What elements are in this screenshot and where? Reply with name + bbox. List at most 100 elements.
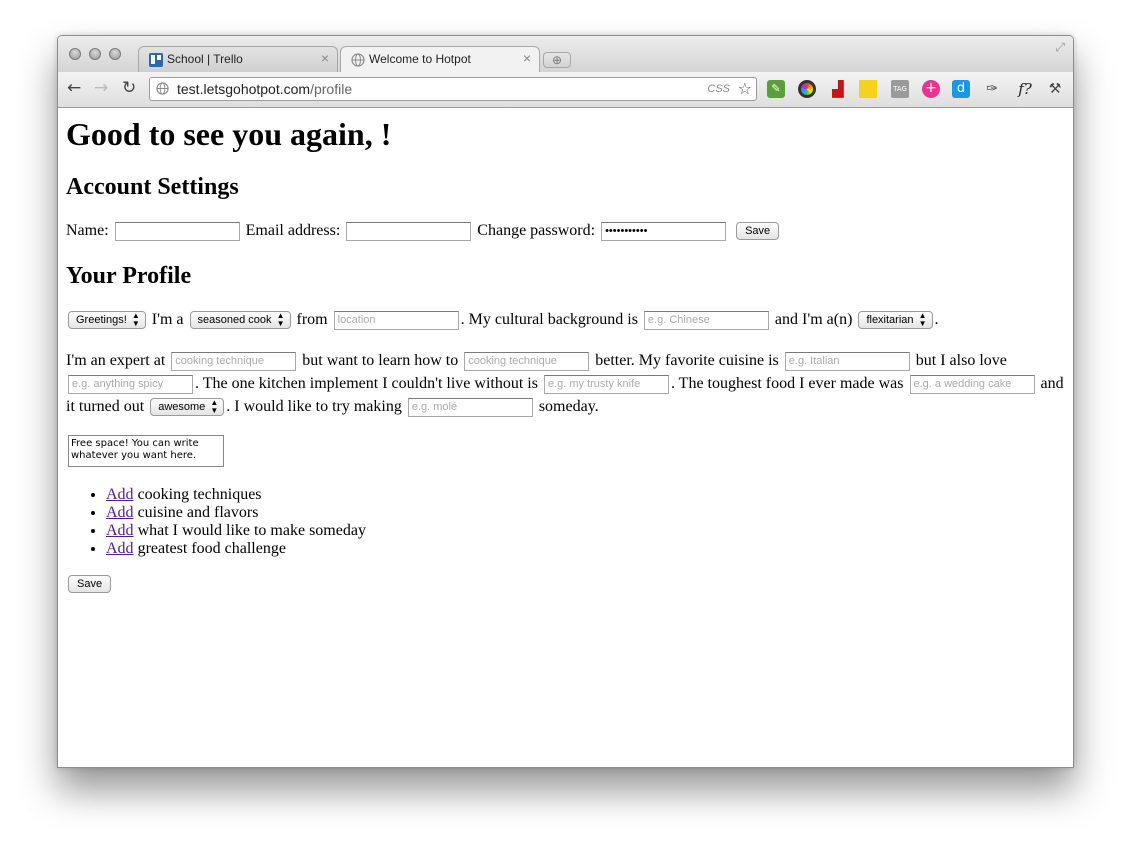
name-field[interactable] — [114, 221, 240, 241]
favorite-cuisine-input[interactable] — [784, 351, 910, 371]
text-implement: . The one kitchen implement I couldn't l… — [195, 375, 538, 392]
list-item: Add cuisine and flavors — [106, 504, 366, 522]
reload-button[interactable]: ↻ — [122, 78, 136, 98]
outcome-select[interactable]: awesome ▲ ▼ — [150, 398, 225, 417]
close-tab-icon[interactable]: × — [321, 50, 329, 66]
sticky-note-icon[interactable] — [859, 80, 877, 98]
d-icon[interactable]: d — [952, 80, 970, 98]
text-and-im: and I'm a(n) — [774, 311, 853, 328]
fullscreen-icon[interactable]: ⤢ — [1055, 40, 1065, 55]
text-and: and — [1040, 375, 1064, 392]
try-making-input[interactable] — [407, 397, 533, 417]
cook-level-select-value: seasoned cook — [197, 314, 272, 327]
greeting-select[interactable]: Greetings! ▲ ▼ — [68, 311, 146, 330]
outcome-select-value: awesome — [158, 401, 206, 414]
page-info-icon[interactable] — [156, 82, 169, 95]
minimize-window-button[interactable] — [89, 48, 101, 60]
text-im-a: I'm a — [151, 311, 184, 328]
list-item: Add cooking techniques — [106, 486, 366, 504]
select-arrows-icon: ▲ ▼ — [276, 311, 285, 329]
also-love-input[interactable] — [68, 374, 193, 394]
f-help-icon[interactable]: f? — [1013, 80, 1037, 98]
location-input[interactable] — [333, 310, 459, 330]
text-expert: I'm an expert at — [66, 352, 166, 369]
page-title: Good to see you again, ! — [66, 116, 392, 152]
plus-circle-icon[interactable]: + — [922, 80, 940, 98]
list-item-text: greatest food challenge — [137, 540, 286, 557]
trello-icon — [149, 53, 163, 67]
list-item: Add greatest food challenge — [106, 540, 366, 558]
add-sections-list: Add cooking techniques Add cuisine and f… — [58, 486, 366, 558]
select-arrows-icon: ▲ ▼ — [918, 311, 927, 329]
add-link[interactable]: Add — [106, 540, 134, 557]
text-learn: but want to learn how to — [302, 352, 459, 369]
text-also-love: but I also love — [915, 352, 1007, 369]
select-arrows-icon: ▲ ▼ — [210, 398, 219, 416]
text-try: . I would like to try making — [226, 398, 402, 415]
email-field[interactable] — [346, 221, 472, 241]
text-cultural: . My cultural background is — [460, 311, 638, 328]
color-wheel-icon[interactable] — [798, 80, 816, 98]
text-someday: someday. — [538, 398, 599, 415]
cultural-background-input[interactable] — [643, 310, 769, 330]
zoom-window-button[interactable] — [109, 48, 121, 60]
tag-icon[interactable]: TAG — [891, 80, 909, 98]
close-tab-icon[interactable]: × — [523, 50, 531, 66]
profile-save-button[interactable]: Save — [68, 575, 112, 593]
greeting-select-value: Greetings! — [76, 314, 127, 327]
profile-paragraph: I'm an expert at but want to learn how t… — [66, 349, 1066, 418]
password-field[interactable] — [601, 221, 727, 241]
address-bar[interactable]: test.letsgohotpot.com/profile CSS ☆ — [149, 77, 757, 101]
expert-technique-input[interactable] — [171, 351, 297, 371]
page-content: Good to see you again, ! Account Setting… — [58, 108, 1073, 767]
url-text[interactable]: test.letsgohotpot.com/profile — [177, 81, 352, 97]
free-space-textarea[interactable]: Free space! You can write whatever you w… — [68, 435, 224, 467]
toolbar: ← → ↻ test.letsgohotpot.com/profile CSS … — [58, 72, 1073, 108]
text-period: . — [934, 311, 939, 328]
add-link[interactable]: Add — [106, 522, 134, 539]
your-profile-heading: Your Profile — [66, 263, 192, 289]
close-window-button[interactable] — [69, 48, 81, 60]
account-settings-heading: Account Settings — [66, 174, 239, 200]
tab-title: Welcome to Hotpot — [369, 52, 471, 66]
tab-school-trello[interactable]: School | Trello × — [138, 46, 338, 72]
account-save-button[interactable]: Save — [736, 222, 780, 241]
add-link[interactable]: Add — [106, 504, 134, 521]
email-label: Email address: — [245, 222, 341, 239]
new-tab-button[interactable]: ⊕ — [543, 52, 571, 68]
list-item-text: what I would like to make someday — [137, 522, 366, 539]
tab-strip: School | Trello × Welcome to Hotpot × ⊕ … — [58, 36, 1073, 72]
text-turned-out: it turned out — [66, 398, 145, 415]
css-badge[interactable]: CSS — [707, 83, 730, 95]
tab-welcome-to-hotpot[interactable]: Welcome to Hotpot × — [340, 46, 540, 72]
back-button[interactable]: ← — [67, 78, 81, 98]
name-label: Name: — [66, 222, 109, 239]
cook-level-select[interactable]: seasoned cook ▲ ▼ — [189, 311, 291, 330]
globe-icon — [351, 53, 365, 67]
account-settings-row: Name: Email address: Change password: Sa… — [66, 221, 780, 241]
diet-select[interactable]: flexitarian ▲ ▼ — [858, 311, 933, 330]
add-link[interactable]: Add — [106, 486, 134, 503]
password-label: Change password: — [477, 222, 596, 239]
list-item-text: cooking techniques — [137, 486, 262, 503]
kitchen-implement-input[interactable] — [543, 374, 669, 394]
bookmark-star-icon[interactable]: ☆ — [738, 79, 752, 98]
list-item: Add what I would like to make someday — [106, 522, 366, 540]
tools-icon[interactable]: ⚒ — [1046, 80, 1064, 98]
select-arrows-icon: ▲ ▼ — [131, 311, 140, 329]
browser-window: School | Trello × Welcome to Hotpot × ⊕ … — [57, 35, 1074, 768]
profile-line-1: Greetings! ▲ ▼ I'm a seasoned cook ▲ ▼ from … — [66, 310, 939, 330]
pin-icon[interactable]: ✑ — [983, 80, 1001, 98]
url-path: /profile — [310, 81, 353, 97]
learn-technique-input[interactable] — [464, 351, 590, 371]
forward-button[interactable]: → — [94, 78, 108, 98]
text-favorite: better. My favorite cuisine is — [595, 352, 779, 369]
toughest-food-input[interactable] — [909, 374, 1035, 394]
evernote-icon[interactable]: ✎ — [767, 80, 785, 98]
url-host: test.letsgohotpot.com — [177, 81, 311, 97]
tab-title: School | Trello — [167, 52, 243, 66]
diet-select-value: flexitarian — [866, 314, 914, 327]
text-from: from — [296, 311, 328, 328]
sofa-icon[interactable]: ▟ — [829, 80, 847, 98]
text-toughest: . The toughest food I ever made was — [670, 375, 904, 392]
